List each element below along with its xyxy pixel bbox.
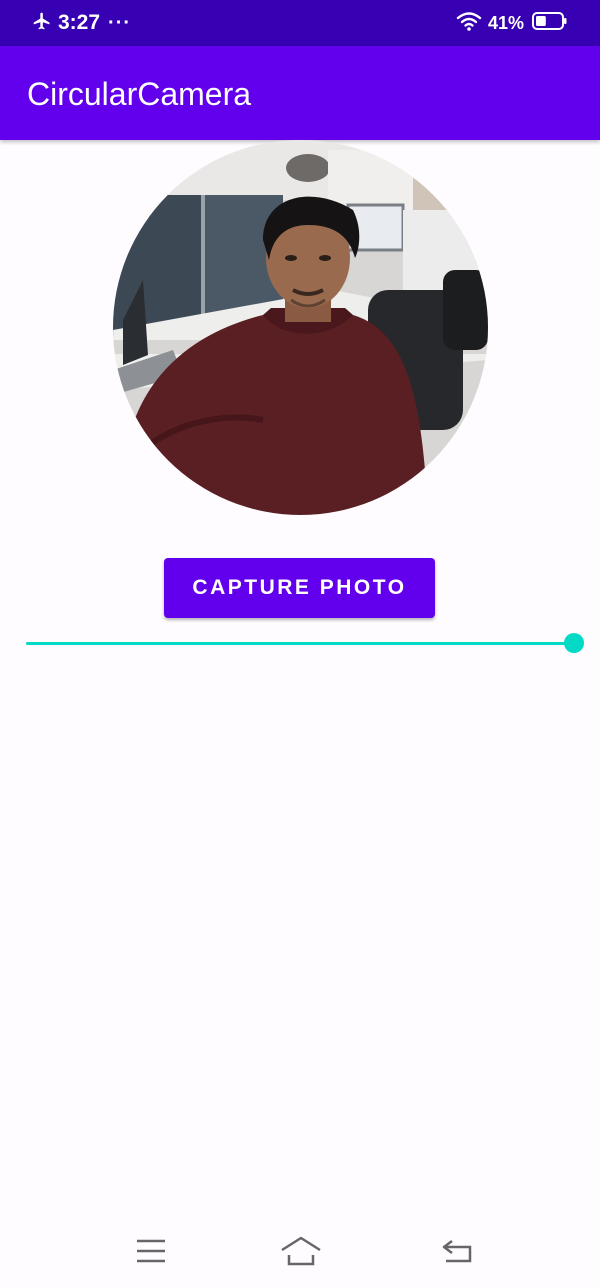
back-icon[interactable]: [436, 1233, 480, 1269]
status-bar: 3:27 ··· 41%: [0, 0, 600, 46]
zoom-slider[interactable]: [26, 628, 584, 658]
battery-icon: [532, 11, 568, 35]
menu-icon[interactable]: [129, 1233, 173, 1269]
app-title: CircularCamera: [27, 76, 252, 112]
status-right: 41%: [456, 0, 568, 46]
slider-track[interactable]: [26, 642, 574, 645]
slider-thumb[interactable]: [564, 633, 584, 653]
home-icon[interactable]: [279, 1233, 323, 1269]
camera-feed-image: [113, 140, 488, 515]
camera-preview: [113, 140, 488, 515]
status-left: 3:27 ···: [32, 0, 131, 46]
capture-photo-button[interactable]: CAPTURE PHOTO: [164, 558, 435, 618]
status-more-dots: ···: [108, 11, 132, 34]
status-time: 3:27: [58, 11, 101, 34]
wifi-icon: [456, 11, 482, 36]
battery-percent: 41%: [487, 12, 524, 33]
airplane-mode-icon: [32, 11, 52, 36]
navigation-bar: [0, 1215, 600, 1287]
app-bar: CircularCamera: [0, 46, 600, 140]
